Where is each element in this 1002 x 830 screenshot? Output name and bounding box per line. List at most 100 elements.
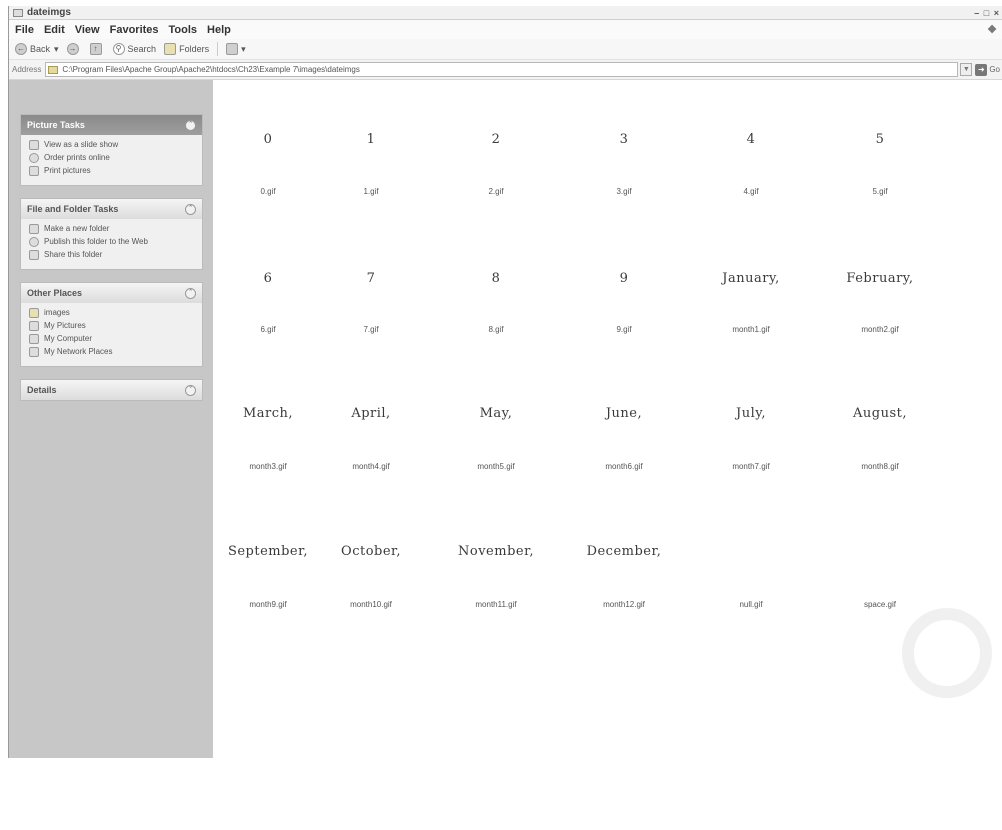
task-slide-show[interactable]: View as a slide show: [29, 140, 196, 150]
forward-arrow-icon: →: [66, 43, 79, 55]
other-places-title: Other Places: [27, 288, 83, 298]
thumbnail-image[interactable]: 7: [316, 271, 426, 286]
task-order-prints[interactable]: Order prints online: [29, 153, 196, 163]
menu-view[interactable]: View: [71, 24, 106, 36]
file-name[interactable]: 1.gif: [316, 187, 426, 196]
menu-bar: File Edit View Favorites Tools Help ❖: [9, 20, 1002, 39]
collapse-icon[interactable]: ˆ: [185, 203, 196, 215]
thumbnail-image[interactable]: 9: [569, 271, 679, 286]
collapse-icon[interactable]: ˆ: [185, 119, 196, 131]
file-view: 0 0.gif 1 1.gif 2 2.gif 3 3.gif 4 4.gif 5 5.gif 6 6.g…: [213, 80, 1002, 758]
address-label: Address: [12, 65, 42, 74]
file-name[interactable]: month8.gif: [825, 462, 935, 471]
thumbnail-image[interactable]: February,: [825, 271, 935, 286]
task-label: Share this folder: [44, 250, 103, 259]
folders-button[interactable]: Folders: [160, 43, 213, 55]
file-name[interactable]: 8.gif: [441, 325, 551, 334]
address-bar: Address C:\Program Files\Apache Group\Ap…: [9, 60, 1002, 80]
thumbnail-image[interactable]: April,: [316, 406, 426, 421]
thumbnail-image[interactable]: December,: [569, 544, 679, 559]
file-name[interactable]: 7.gif: [316, 325, 426, 334]
back-label: Back: [30, 44, 51, 54]
picture-tasks-title: Picture Tasks: [27, 120, 85, 130]
menu-favorites[interactable]: Favorites: [106, 24, 165, 36]
expand-icon[interactable]: ˇ: [185, 384, 196, 396]
thumbnail-image[interactable]: January,: [696, 271, 806, 286]
file-name[interactable]: 5.gif: [825, 187, 935, 196]
file-name[interactable]: month4.gif: [316, 462, 426, 471]
details-header[interactable]: Details ˇ: [21, 380, 202, 400]
file-name[interactable]: month6.gif: [569, 462, 679, 471]
collapse-icon[interactable]: ˆ: [185, 287, 196, 299]
file-name[interactable]: month9.gif: [213, 600, 323, 609]
thumbnail-image[interactable]: 3: [569, 132, 679, 147]
file-name[interactable]: month7.gif: [696, 462, 806, 471]
thumbnail-image[interactable]: 6: [213, 271, 323, 286]
file-name[interactable]: month3.gif: [213, 462, 323, 471]
search-button[interactable]: ⚲ Search: [109, 43, 161, 55]
task-publish-web[interactable]: Publish this folder to the Web: [29, 237, 196, 247]
thumbnail-image[interactable]: July,: [696, 406, 806, 421]
menu-edit[interactable]: Edit: [40, 24, 71, 36]
address-input[interactable]: C:\Program Files\Apache Group\Apache2\ht…: [45, 62, 959, 77]
thumbnail-image[interactable]: 0: [213, 132, 323, 147]
toolbar-separator: [217, 42, 219, 56]
thumbnail-image[interactable]: March,: [213, 406, 323, 421]
file-name[interactable]: month2.gif: [825, 325, 935, 334]
file-name[interactable]: 2.gif: [441, 187, 551, 196]
file-name[interactable]: space.gif: [825, 600, 935, 609]
file-name[interactable]: 6.gif: [213, 325, 323, 334]
windows-watermark-icon: [902, 608, 992, 698]
up-folder-button[interactable]: ↑: [86, 43, 109, 55]
thumbnail-image[interactable]: October,: [316, 544, 426, 559]
thumbnail-image[interactable]: November,: [441, 544, 551, 559]
file-name[interactable]: month12.gif: [569, 600, 679, 609]
file-name[interactable]: month11.gif: [441, 600, 551, 609]
picture-tasks-header[interactable]: Picture Tasks ˆ: [21, 115, 202, 135]
menu-help[interactable]: Help: [203, 24, 237, 36]
back-dropdown-icon[interactable]: ▾: [54, 44, 59, 55]
file-name[interactable]: 9.gif: [569, 325, 679, 334]
thumbnail-image[interactable]: 2: [441, 132, 551, 147]
thumbnail-image[interactable]: June,: [569, 406, 679, 421]
thumbnail-image[interactable]: 1: [316, 132, 426, 147]
explorer-window: dateimgs – □ × File Edit View Favorites …: [8, 6, 1002, 758]
place-my-pictures[interactable]: My Pictures: [29, 321, 196, 331]
thumbnail-image[interactable]: 5: [825, 132, 935, 147]
menu-file[interactable]: File: [11, 24, 40, 36]
place-network[interactable]: My Network Places: [29, 347, 196, 357]
address-dropdown-icon[interactable]: ▼: [960, 63, 973, 76]
place-images[interactable]: images: [29, 308, 196, 318]
thumbnail-image[interactable]: 8: [441, 271, 551, 286]
file-name[interactable]: 4.gif: [696, 187, 806, 196]
back-button[interactable]: ← Back ▾: [11, 43, 63, 55]
file-name[interactable]: month5.gif: [441, 462, 551, 471]
thumbnail-image[interactable]: August,: [825, 406, 935, 421]
views-dropdown-icon: ▾: [241, 43, 246, 54]
title-bar[interactable]: dateimgs – □ ×: [9, 6, 1002, 20]
views-button[interactable]: ▾: [222, 43, 250, 55]
thumbnail-image[interactable]: 4: [696, 132, 806, 147]
file-name[interactable]: month1.gif: [696, 325, 806, 334]
place-my-computer[interactable]: My Computer: [29, 334, 196, 344]
other-places-panel: Other Places ˆ images My Pictures My Com…: [20, 282, 203, 367]
search-icon: ⚲: [112, 43, 125, 55]
task-new-folder[interactable]: Make a new folder: [29, 224, 196, 234]
thumbnail-image[interactable]: September,: [213, 544, 323, 559]
task-print-pictures[interactable]: Print pictures: [29, 166, 196, 176]
task-share-folder[interactable]: Share this folder: [29, 250, 196, 260]
other-places-header[interactable]: Other Places ˆ: [21, 283, 202, 303]
file-name[interactable]: month10.gif: [316, 600, 426, 609]
menu-tools[interactable]: Tools: [165, 24, 204, 36]
folder-icon: [13, 8, 23, 17]
file-folder-tasks-header[interactable]: File and Folder Tasks ˆ: [21, 199, 202, 219]
thumbnail-image[interactable]: May,: [441, 406, 551, 421]
window-controls[interactable]: – □ ×: [974, 8, 1002, 18]
go-label: Go: [989, 65, 1000, 74]
slideshow-icon: [29, 140, 39, 150]
go-button[interactable]: ➜ Go: [975, 63, 1002, 76]
forward-button[interactable]: →: [63, 43, 86, 55]
file-name[interactable]: 3.gif: [569, 187, 679, 196]
file-name[interactable]: 0.gif: [213, 187, 323, 196]
file-name[interactable]: null.gif: [696, 600, 806, 609]
